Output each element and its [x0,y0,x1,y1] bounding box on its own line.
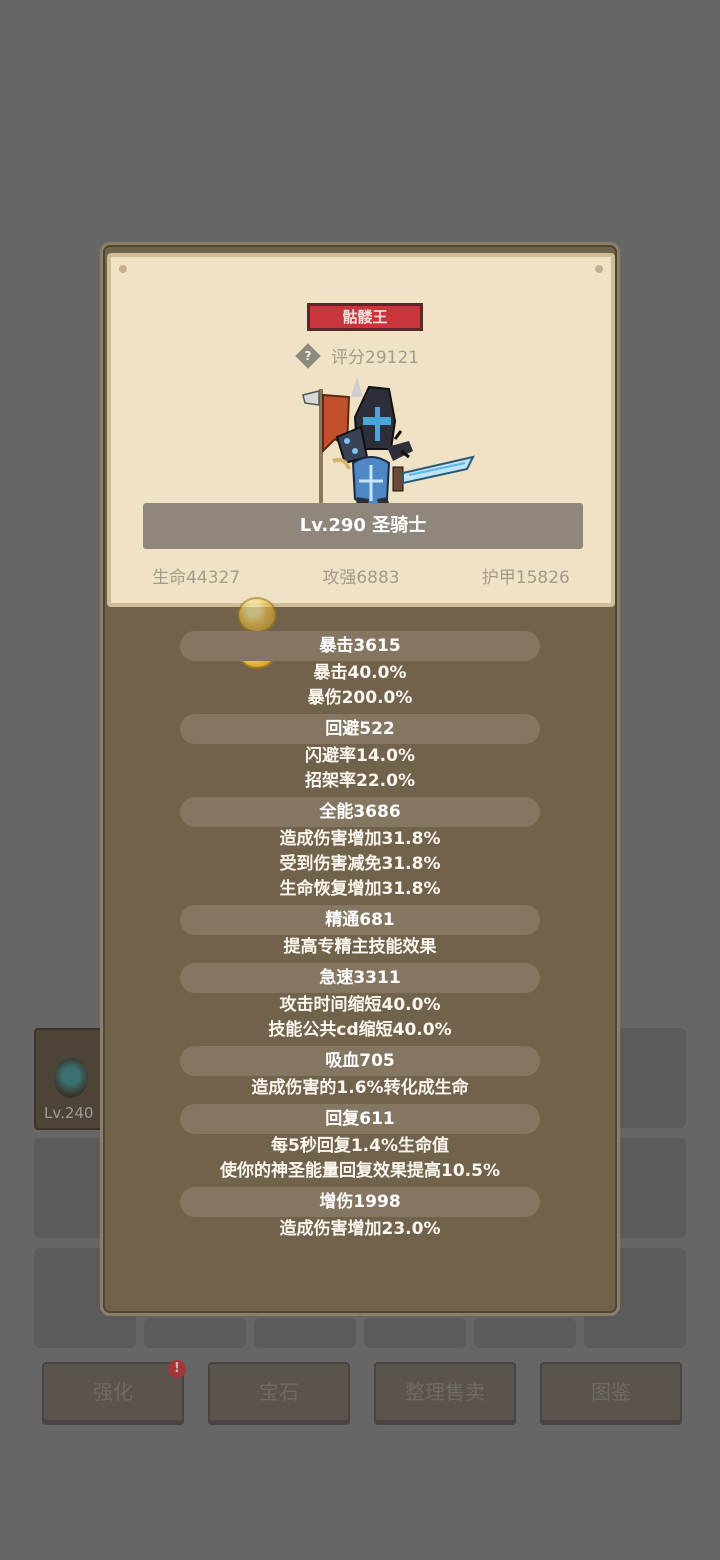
attribute-detail: 造成伤害增加31.8% [279,829,441,849]
attribute-block: 回复611 每5秒回复1.4%生命值使你的神圣能量回复效果提高10.5% [103,1104,617,1184]
attribute-detail: 提高专精主技能效果 [283,937,437,957]
attribute-detail: 造成伤害的1.6%转化成生命 [251,1078,469,1098]
gem-label: 宝石 [259,1380,299,1404]
sort-sell-label: 整理售卖 [405,1380,485,1404]
alert-badge-icon: ! [168,1360,186,1378]
attribute-detail: 攻击时间缩短40.0% [279,995,441,1015]
score-label: 评分29121 [331,348,420,368]
inventory-slot[interactable] [474,1318,576,1348]
attribute-block: 回避522 闪避率14.0% 招架率22.0% [103,714,617,794]
attribute-detail: 技能公共cd缩短40.0% [268,1020,452,1040]
enhance-label: 强化 [93,1380,133,1404]
attribute-detail: 生命恢复增加31.8% [279,879,441,899]
attribute-block: 急速3311 攻击时间缩短40.0% 技能公共cd缩短40.0% [103,963,617,1043]
stat-hp: 生命44327 [152,568,241,588]
sort-sell-button[interactable]: 整理售卖 [374,1362,516,1422]
attribute-detail: 受到伤害减免31.8% [279,854,441,874]
attribute-block: 精通681 提高专精主技能效果 [103,905,617,960]
attribute-detail: 招架率22.0% [305,771,415,791]
attribute-title: 暴击3615 [180,631,540,661]
attribute-detail: 每5秒回复1.4%生命值 [271,1136,449,1156]
attribute-title: 精通681 [180,905,540,935]
attribute-list: 暴击3615 暴击40.0% 暴伤200.0% 回避522 闪避率14.0% 招架率22.… [103,631,617,1245]
inventory-slot[interactable] [254,1318,356,1348]
attribute-title: 急速3311 [180,963,540,993]
paladin-hero-sprite [302,377,475,515]
equipment-icon [54,1058,88,1098]
enhance-button[interactable]: 强化 ! [42,1360,186,1422]
attribute-detail: 造成伤害增加23.0% [279,1219,441,1239]
hero-detail-dialog: 骷髅王 ? 评分29121 Lv.290 圣骑士 生命44327 攻强6883 … [100,242,620,1316]
attribute-detail: 使你的神圣能量回复效果提高10.5% [220,1161,500,1181]
inventory-slot[interactable] [144,1318,246,1348]
stat-attack-power: 攻强6883 [322,568,400,588]
codex-label: 图鉴 [591,1380,631,1404]
hero-card: 骷髅王 ? 评分29121 Lv.290 圣骑士 生命44327 攻强6883 … [107,253,615,607]
boss-name-badge: 骷髅王 [307,303,423,331]
gem-button[interactable]: 宝石 [208,1362,350,1422]
inventory-slot[interactable] [364,1318,466,1348]
hero-stats-row: 生命44327 攻强6883 护甲15826 [111,563,611,588]
question-icon[interactable]: ? [295,342,321,369]
rivet-icon [119,265,127,273]
attribute-block: 增伤1998 造成伤害增加23.0% [103,1187,617,1242]
attribute-block: 全能3686 造成伤害增加31.8% 受到伤害减免31.8% 生命恢复增加31.8% [103,797,617,902]
attribute-title: 全能3686 [180,797,540,827]
attribute-title: 吸血705 [180,1046,540,1076]
stat-armor: 护甲15826 [481,568,570,588]
attribute-detail: 闪避率14.0% [305,746,415,766]
attribute-block: 暴击3615 暴击40.0% 暴伤200.0% [103,631,617,711]
rivet-icon [595,265,603,273]
gold-coin-icon [237,597,277,633]
attribute-title: 回避522 [180,714,540,744]
attribute-title: 回复611 [180,1104,540,1134]
inventory-item-slot[interactable]: Lv.240 [34,1028,106,1130]
attribute-title: 增伤1998 [180,1187,540,1217]
hero-title-bar: Lv.290 圣骑士 [143,503,583,549]
score-row: ? 评分29121 [295,342,420,369]
attribute-detail: 暴伤200.0% [307,688,413,708]
item-level: Lv.240 [44,1104,94,1122]
attribute-detail: 暴击40.0% [313,663,407,683]
codex-button[interactable]: 图鉴 [540,1362,682,1422]
attribute-block: 吸血705 造成伤害的1.6%转化成生命 [103,1046,617,1101]
